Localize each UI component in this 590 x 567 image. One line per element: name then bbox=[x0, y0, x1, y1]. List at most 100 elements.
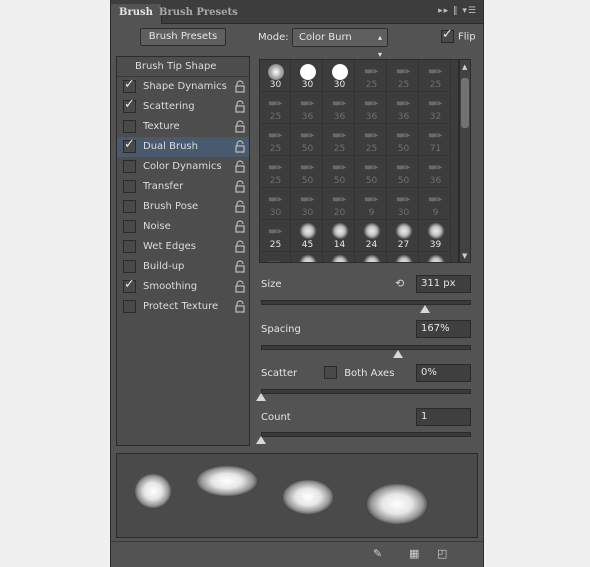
brush-tip-cell[interactable]: 27 bbox=[388, 220, 419, 252]
brush-setting-item[interactable]: ✓ Shape Dynamics bbox=[117, 77, 249, 97]
checkbox[interactable] bbox=[324, 366, 337, 379]
checkbox[interactable] bbox=[123, 240, 136, 253]
lock-icon[interactable] bbox=[235, 300, 245, 313]
checkbox[interactable]: ✓ bbox=[441, 27, 454, 43]
spacing-slider-thumb[interactable] bbox=[393, 350, 404, 358]
brush-tip-cell[interactable]: ▬▸ 50 bbox=[388, 124, 419, 156]
brush-tip-cell[interactable]: ▬▸ 25 bbox=[260, 92, 291, 124]
brush-tip-cell[interactable]: ▬▸ 36 bbox=[292, 92, 323, 124]
spacing-input[interactable]: 167% bbox=[416, 320, 471, 338]
size-input[interactable]: 311 px bbox=[416, 275, 471, 293]
brush-tip-cell[interactable]: ▬▸ 30 bbox=[260, 188, 291, 220]
brush-tip-cell[interactable]: ▬▸ 50 bbox=[356, 156, 387, 188]
brush-tip-cell[interactable]: ▬▸ 30 bbox=[388, 188, 419, 220]
brush-tip-cell[interactable]: ▬▸ 50 bbox=[292, 156, 323, 188]
brush-tip-cell[interactable]: ▬▸ 9 bbox=[356, 188, 387, 220]
brush-tip-cell[interactable]: 30 bbox=[260, 60, 291, 92]
brush-tip-cell[interactable]: ▬▸ 25 bbox=[260, 156, 291, 188]
checkbox[interactable]: ✓ bbox=[123, 137, 136, 153]
brush-tip-cell[interactable] bbox=[324, 252, 355, 262]
checkbox[interactable] bbox=[123, 160, 136, 173]
checkbox[interactable]: ✓ bbox=[123, 97, 136, 113]
checkbox[interactable]: ✓ bbox=[123, 77, 136, 93]
brush-setting-item[interactable]: Color Dynamics bbox=[117, 157, 249, 177]
brush-tip-cell[interactable]: ▬▸ 25 bbox=[260, 220, 291, 252]
brush-setting-item[interactable]: Build-up bbox=[117, 257, 249, 277]
checkbox[interactable] bbox=[123, 220, 136, 233]
lock-icon[interactable] bbox=[235, 80, 245, 93]
brush-tip-cell[interactable]: 39 bbox=[420, 220, 451, 252]
brush-tip-cell[interactable]: ▬▸ 50 bbox=[292, 124, 323, 156]
checkbox[interactable] bbox=[123, 200, 136, 213]
brush-tip-cell[interactable]: 30 bbox=[324, 60, 355, 92]
brush-tip-cell[interactable]: ▬▸ 25 bbox=[356, 60, 387, 92]
brush-tip-cell[interactable]: ▬▸ bbox=[260, 252, 291, 262]
scatter-slider-thumb[interactable] bbox=[256, 393, 266, 401]
size-slider-thumb[interactable] bbox=[420, 305, 430, 313]
lock-icon[interactable] bbox=[235, 260, 245, 273]
brush-tip-grid[interactable]: 30 30 30 ▬▸ 25 ▬▸ 25 ▬▸ 25 ▬▸ 25 ▬▸ 36 ▬▸ 36 ▬▸ 36 ▬▸ 36 ▬▸… bbox=[259, 59, 459, 263]
brush-setting-item[interactable]: Transfer bbox=[117, 177, 249, 197]
brush-tip-cell[interactable] bbox=[356, 252, 387, 262]
brush-setting-item[interactable]: Brush Tip Shape bbox=[117, 57, 249, 77]
brush-setting-item[interactable]: Wet Edges bbox=[117, 237, 249, 257]
grid-view-icon[interactable]: ▦ bbox=[409, 547, 419, 560]
brush-setting-item[interactable]: Texture bbox=[117, 117, 249, 137]
brush-setting-item[interactable]: Brush Pose bbox=[117, 197, 249, 217]
scroll-up-icon[interactable]: ▲ bbox=[462, 63, 467, 71]
checkbox[interactable] bbox=[123, 180, 136, 193]
lock-icon[interactable] bbox=[235, 180, 245, 193]
lock-icon[interactable] bbox=[235, 200, 245, 213]
brush-setting-item[interactable]: Protect Texture bbox=[117, 297, 249, 317]
scatter-input[interactable]: 0% bbox=[416, 364, 471, 382]
brush-tip-cell[interactable]: ▬▸ 25 bbox=[356, 124, 387, 156]
reset-icon[interactable]: ⟲ bbox=[395, 277, 407, 290]
brush-tip-cell[interactable]: ▬▸ 50 bbox=[324, 156, 355, 188]
brush-tip-cell[interactable]: ▬▸ 32 bbox=[420, 92, 451, 124]
brush-tip-cell[interactable]: 14 bbox=[324, 220, 355, 252]
checkbox[interactable]: ✓ bbox=[123, 277, 136, 293]
brush-tip-cell[interactable]: ▬▸ 25 bbox=[388, 60, 419, 92]
brush-setting-item[interactable]: ✓ Scattering bbox=[117, 97, 249, 117]
brush-tip-cell[interactable]: ▬▸ 9 bbox=[420, 188, 451, 220]
lock-icon[interactable] bbox=[235, 220, 245, 233]
brush-tip-cell[interactable]: ▬▸ 71 bbox=[420, 124, 451, 156]
count-slider-thumb[interactable] bbox=[256, 436, 266, 444]
lock-icon[interactable] bbox=[235, 240, 245, 253]
brush-setting-item[interactable]: Noise bbox=[117, 217, 249, 237]
toggle-live-tip-icon[interactable]: ✎ bbox=[373, 547, 382, 560]
lock-icon[interactable] bbox=[235, 120, 245, 133]
count-input[interactable]: 1 bbox=[416, 408, 471, 426]
brush-tip-cell[interactable] bbox=[292, 252, 323, 262]
mode-select[interactable]: Color Burn ▴ ▾ bbox=[292, 28, 388, 59]
count-slider-track[interactable] bbox=[261, 432, 471, 437]
panel-menu-icon[interactable]: ▸▸ ‖ ▾☰ bbox=[438, 6, 477, 16]
brush-tip-cell[interactable]: ▬▸ 36 bbox=[388, 92, 419, 124]
tab-brush-presets[interactable]: Brush Presets bbox=[151, 4, 246, 24]
scroll-down-icon[interactable]: ▼ bbox=[462, 252, 467, 260]
brush-tip-cell[interactable] bbox=[388, 252, 419, 262]
brush-tip-cell[interactable]: 45 bbox=[292, 220, 323, 252]
scroll-thumb[interactable] bbox=[461, 78, 469, 128]
checkbox[interactable] bbox=[123, 120, 136, 133]
brush-tip-cell[interactable]: ▬▸ 36 bbox=[420, 156, 451, 188]
brush-tip-cell[interactable]: ▬▸ 25 bbox=[420, 60, 451, 92]
lock-icon[interactable] bbox=[235, 100, 245, 113]
brush-tip-cell[interactable]: 24 bbox=[356, 220, 387, 252]
brush-tip-cell[interactable]: ▬▸ 36 bbox=[356, 92, 387, 124]
brush-tip-cell[interactable]: ▬▸ 30 bbox=[292, 188, 323, 220]
size-slider-track[interactable] bbox=[261, 300, 471, 305]
brush-tip-cell[interactable]: ▬▸ 36 bbox=[324, 92, 355, 124]
checkbox[interactable] bbox=[123, 260, 136, 273]
brush-presets-button[interactable]: Brush Presets bbox=[140, 28, 226, 46]
scatter-slider-track[interactable] bbox=[261, 389, 471, 394]
lock-icon[interactable] bbox=[235, 140, 245, 153]
brush-tip-cell[interactable]: 30 bbox=[292, 60, 323, 92]
brush-tip-cell[interactable]: ▬▸ 50 bbox=[388, 156, 419, 188]
flip-checkbox[interactable]: ✓ Flip bbox=[441, 27, 476, 43]
grid-scrollbar[interactable]: ▲ ▼ bbox=[459, 59, 471, 263]
brush-tip-cell[interactable]: ▬▸ 20 bbox=[324, 188, 355, 220]
checkbox[interactable] bbox=[123, 300, 136, 313]
lock-icon[interactable] bbox=[235, 280, 245, 293]
spacing-slider-track[interactable] bbox=[261, 345, 471, 350]
